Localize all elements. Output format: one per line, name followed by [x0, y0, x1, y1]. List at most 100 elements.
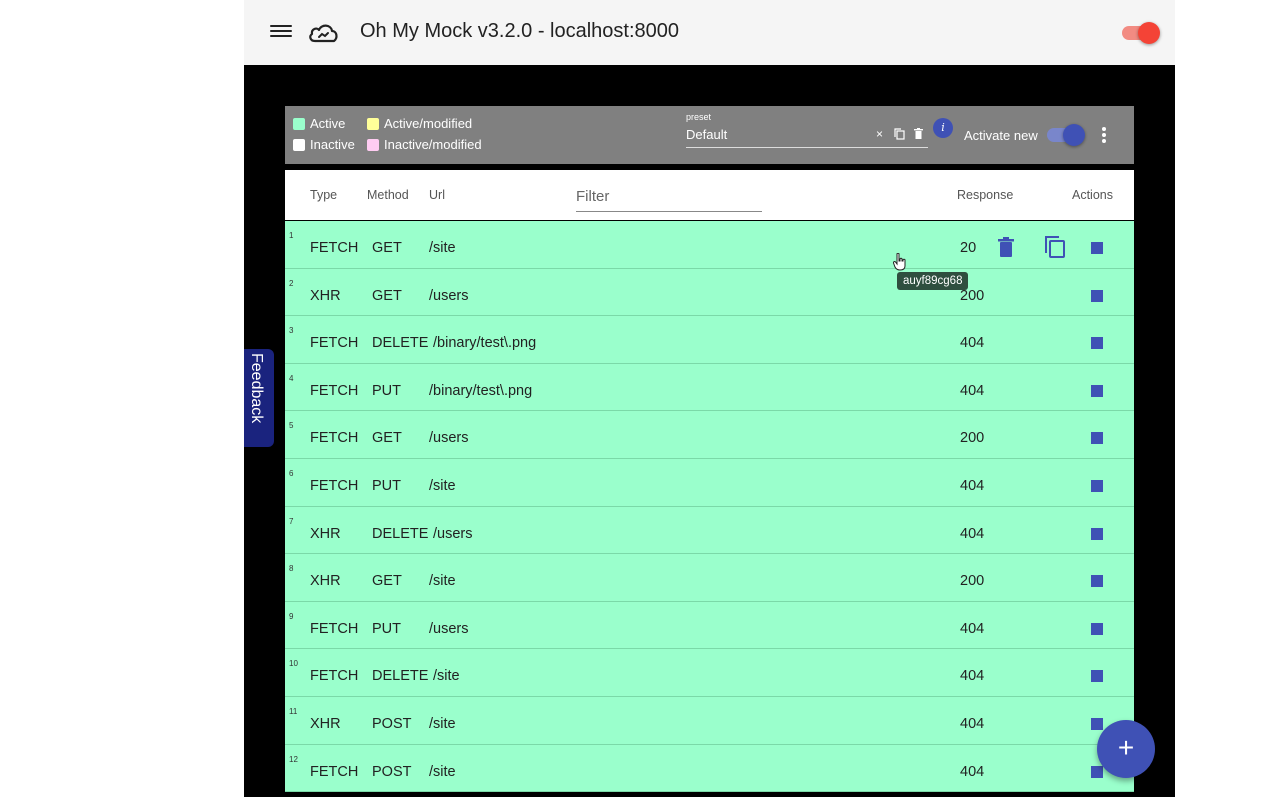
preset-select[interactable]: preset Default × [686, 112, 928, 148]
table-row[interactable]: 3 FETCH DELETE /binary/test\.png 404 [285, 316, 1134, 364]
table-row[interactable]: 10 FETCH DELETE /site 404 [285, 649, 1134, 697]
table-row[interactable]: 11 XHR POST /site 404 [285, 696, 1134, 745]
row-response: 404 [960, 525, 985, 542]
mock-rows: 1 FETCH GET /site 20 2 XHR GET /users 20… [285, 221, 1134, 793]
row-index: 12 [289, 754, 298, 764]
active-checkbox[interactable] [1091, 670, 1103, 683]
copy-preset-icon[interactable] [894, 128, 905, 140]
row-url: /users [429, 620, 469, 637]
add-mock-button[interactable]: + [1097, 720, 1155, 778]
table-row[interactable]: 9 FETCH PUT /users 404 [285, 601, 1134, 650]
legend-active: Active [293, 116, 345, 131]
cloud-icon [309, 24, 338, 43]
row-method: POST [372, 715, 412, 732]
table-row[interactable]: 4 FETCH PUT /binary/test\.png 404 [285, 363, 1134, 412]
legend-inactive: Inactive [293, 137, 355, 152]
row-type: XHR [310, 715, 341, 732]
table-row[interactable]: 2 XHR GET /users 200 [285, 268, 1134, 317]
active-checkbox[interactable] [1091, 527, 1103, 540]
active-checkbox[interactable] [1091, 622, 1103, 635]
row-url: /binary/test\.png [429, 382, 533, 399]
row-method: PUT [372, 382, 401, 399]
legend-swatch-active-modified [367, 117, 379, 130]
row-type: FETCH [310, 668, 359, 685]
header-method[interactable]: Method [367, 188, 409, 202]
row-type: XHR [310, 525, 341, 542]
feedback-label: Feedback [248, 353, 265, 424]
active-checkbox[interactable] [1091, 242, 1103, 254]
row-url: /users [429, 430, 469, 447]
active-checkbox[interactable] [1091, 479, 1103, 492]
app-title: Oh My Mock v3.2.0 - localhost:8000 [360, 20, 680, 42]
row-type: FETCH [310, 477, 359, 494]
control-bar: Active Active/modified Inactive Inactive… [285, 106, 1134, 164]
row-url: /users [429, 287, 469, 304]
active-checkbox[interactable] [1091, 289, 1103, 302]
row-response: 404 [960, 382, 985, 399]
active-checkbox[interactable] [1091, 384, 1103, 397]
table-row[interactable]: 8 XHR GET /site 200 [285, 554, 1134, 602]
row-index: 6 [289, 468, 294, 478]
row-url: /site [429, 763, 456, 780]
hand-cursor-icon [893, 253, 906, 271]
table-row[interactable]: 7 XHR DELETE /users 404 [285, 506, 1134, 555]
legend-swatch-active [293, 117, 305, 130]
feedback-tab[interactable]: Feedback [244, 349, 274, 447]
row-method: PUT [372, 477, 401, 494]
active-checkbox[interactable] [1091, 717, 1103, 730]
row-index: 3 [289, 326, 294, 336]
row-type: FETCH [310, 620, 359, 637]
legend-label: Active [310, 116, 346, 131]
preset-value[interactable]: Default [686, 127, 727, 142]
legend-label: Active/modified [384, 116, 473, 131]
header-response[interactable]: Response [957, 188, 1013, 202]
row-response: 20 [960, 240, 977, 256]
filter-input[interactable] [576, 182, 762, 210]
clear-icon[interactable]: × [876, 127, 883, 141]
table-row[interactable]: 12 FETCH POST /site 404 [285, 744, 1134, 793]
active-checkbox[interactable] [1091, 575, 1103, 588]
filter-field[interactable] [576, 182, 762, 212]
more-options-icon[interactable] [1101, 126, 1107, 144]
row-method: DELETE [372, 668, 429, 685]
header-url[interactable]: Url [429, 188, 445, 202]
row-response: 404 [960, 477, 985, 494]
row-response: 404 [960, 668, 985, 685]
row-type: FETCH [310, 335, 359, 352]
active-checkbox[interactable] [1091, 432, 1103, 445]
menu-icon[interactable] [270, 22, 292, 42]
info-icon[interactable]: i [933, 118, 953, 138]
row-url: /binary/test\.png [433, 335, 537, 352]
top-toolbar: Oh My Mock v3.2.0 - localhost:8000 [244, 0, 1175, 65]
active-checkbox[interactable] [1091, 337, 1103, 350]
row-response: 404 [960, 763, 985, 780]
row-index: 1 [289, 231, 294, 240]
row-index: 8 [289, 564, 294, 574]
extension-toggle[interactable] [1122, 22, 1160, 44]
delete-preset-icon[interactable] [914, 128, 923, 139]
delete-icon[interactable] [998, 237, 1014, 257]
header-type[interactable]: Type [310, 188, 337, 202]
row-url: /site [429, 477, 456, 494]
clone-icon[interactable] [1044, 236, 1066, 258]
row-type: FETCH [310, 382, 359, 399]
active-checkbox[interactable] [1091, 765, 1103, 778]
row-index: 7 [289, 516, 294, 526]
row-response: 404 [960, 715, 985, 732]
row-index: 10 [289, 659, 298, 669]
row-index: 11 [289, 706, 298, 716]
row-method: GET [372, 287, 402, 304]
activate-new-toggle[interactable] [1047, 124, 1085, 146]
preset-label: preset [686, 112, 712, 122]
table-row[interactable]: 6 FETCH PUT /site 404 [285, 458, 1134, 507]
table-row[interactable]: 5 FETCH GET /users 200 [285, 411, 1134, 459]
legend-active-modified: Active/modified [367, 116, 472, 131]
row-index: 4 [289, 373, 294, 383]
row-type: XHR [310, 573, 341, 590]
row-index: 2 [289, 278, 294, 288]
table-row[interactable]: 1 FETCH GET /site 20 [285, 221, 1134, 269]
row-type: FETCH [310, 430, 359, 447]
row-index: 9 [289, 611, 294, 621]
row-response: 404 [960, 335, 985, 352]
row-method: GET [372, 430, 402, 447]
